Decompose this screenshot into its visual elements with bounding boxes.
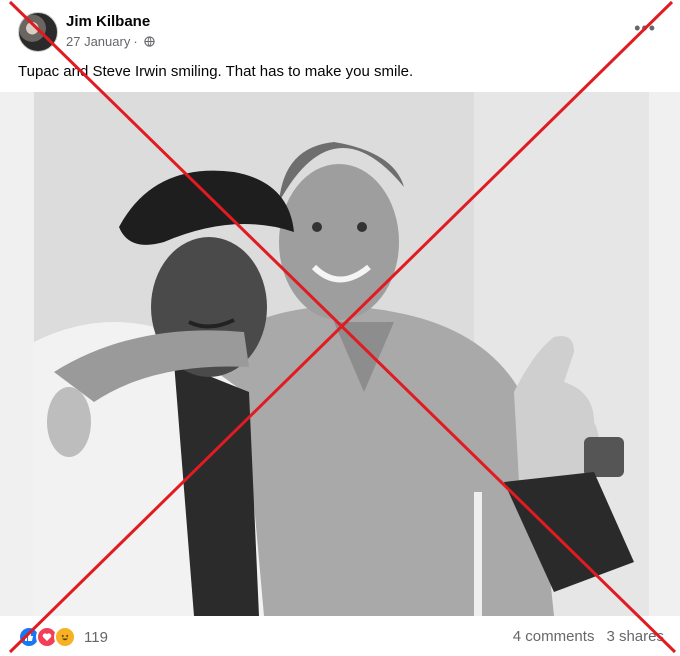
reaction-count[interactable]: 119 xyxy=(84,629,108,646)
shares-count[interactable]: 3 shares xyxy=(606,628,664,645)
more-options-icon[interactable]: ••• xyxy=(634,18,656,39)
globe-icon[interactable] xyxy=(143,36,155,47)
author-name[interactable]: Jim Kilbane xyxy=(66,13,150,30)
photo-illustration xyxy=(34,92,649,616)
post-stats: 4 comments 3 shares xyxy=(513,628,664,645)
reactions-summary[interactable]: 119 xyxy=(18,626,108,648)
author-avatar[interactable] xyxy=(18,12,58,52)
post-meta: 27 January · xyxy=(66,34,155,49)
meta-separator: · xyxy=(133,34,138,49)
post-photo[interactable] xyxy=(34,92,649,616)
post-caption: Tupac and Steve Irwin smiling. That has … xyxy=(18,63,414,80)
facebook-post: Jim Kilbane 27 January · ••• Tupac and S… xyxy=(0,0,680,656)
post-date[interactable]: 27 January xyxy=(66,34,130,49)
comments-count[interactable]: 4 comments xyxy=(513,628,595,645)
haha-icon xyxy=(54,626,76,648)
post-photo-container[interactable] xyxy=(0,92,680,616)
